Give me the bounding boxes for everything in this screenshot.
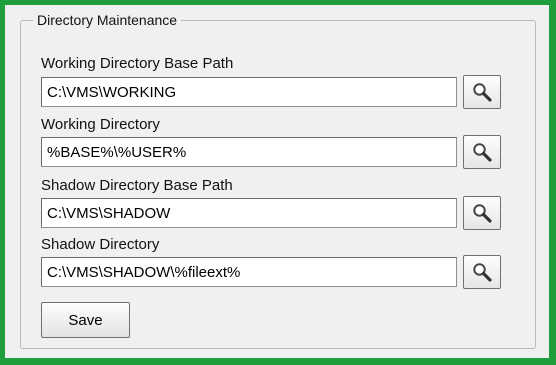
save-button[interactable]: Save [41,302,130,338]
working-directory-base-path-input[interactable] [41,77,457,107]
browse-working-directory-base-path-button[interactable] [463,75,501,109]
browse-shadow-directory-base-path-button[interactable] [463,196,501,230]
working-directory-base-path-label: Working Directory Base Path [41,55,234,72]
magnifier-icon [473,83,492,102]
working-directory-label: Working Directory [41,116,160,133]
dialog-panel: Directory Maintenance Working Directory … [5,5,549,358]
shadow-directory-base-path-input[interactable] [41,198,457,228]
group-title: Directory Maintenance [33,12,182,28]
shadow-directory-input[interactable] [41,257,457,287]
browse-shadow-directory-button[interactable] [463,255,501,289]
magnifier-icon [473,143,492,162]
shadow-directory-base-path-label: Shadow Directory Base Path [41,177,233,194]
magnifier-icon [473,263,492,282]
shadow-directory-label: Shadow Directory [41,236,160,253]
working-directory-input[interactable] [41,137,457,167]
browse-working-directory-button[interactable] [463,135,501,169]
magnifier-icon [473,204,492,223]
directory-maintenance-group: Directory Maintenance Working Directory … [20,12,536,349]
